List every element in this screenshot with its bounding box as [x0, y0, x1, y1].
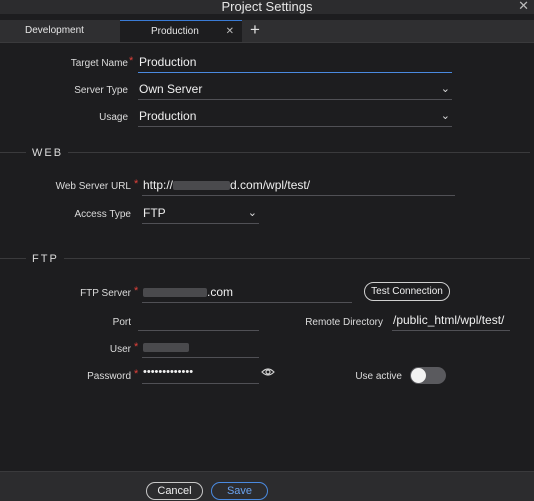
target-name-input[interactable]: Production — [138, 55, 452, 73]
divider — [68, 152, 530, 153]
required-marker: * — [134, 285, 139, 297]
usage-label: Usage — [99, 112, 128, 123]
cancel-button[interactable]: Cancel — [146, 482, 203, 500]
test-connection-button[interactable]: Test Connection — [364, 282, 450, 301]
window-title: Project Settings — [221, 0, 313, 14]
port-label: Port — [112, 317, 131, 328]
footer: Cancel Save — [0, 471, 534, 501]
target-name-label: Target Name — [70, 58, 128, 69]
use-active-toggle[interactable] — [410, 367, 446, 384]
divider — [0, 152, 26, 153]
eye-icon[interactable] — [261, 367, 275, 377]
usage-select[interactable]: Production ⌄ — [138, 109, 452, 127]
tab-development[interactable]: Development — [0, 20, 120, 42]
redacted-text — [173, 181, 231, 191]
user-label: User — [109, 344, 131, 355]
url-prefix: http:// — [143, 178, 174, 192]
access-type-label: Access Type — [74, 209, 131, 220]
server-type-value: Own Server — [139, 82, 203, 96]
web-section-heading: WEB — [32, 147, 64, 159]
divider — [64, 258, 530, 259]
ftp-server-suffix: .com — [207, 285, 234, 299]
remote-directory-label: Remote Directory — [305, 317, 383, 328]
port-input[interactable] — [138, 314, 259, 331]
web-server-url-input[interactable]: http:// d.com/wpl/test/ — [142, 178, 455, 196]
use-active-label: Use active — [355, 371, 402, 382]
redacted-text — [143, 343, 189, 353]
title-bar: Project Settings ✕ — [0, 0, 534, 14]
ftp-section-heading: FTP — [32, 253, 59, 265]
toggle-knob — [411, 368, 426, 383]
password-input[interactable]: ••••••••••••• — [142, 366, 259, 384]
tab-bar: Development Production ✕ + — [0, 20, 534, 43]
chevron-down-icon: ⌄ — [440, 110, 450, 122]
save-button[interactable]: Save — [211, 482, 268, 500]
url-suffix: d.com/wpl/test/ — [230, 178, 311, 192]
server-type-select[interactable]: Own Server ⌄ — [138, 82, 452, 100]
window-close-icon[interactable]: ✕ — [518, 0, 529, 14]
remote-directory-input[interactable]: /public_html/wpl/test/ — [392, 313, 510, 331]
redacted-text — [143, 288, 207, 298]
server-type-label: Server Type — [74, 85, 128, 96]
required-marker: * — [129, 55, 134, 67]
ftp-server-label: FTP Server — [80, 288, 131, 299]
tab-production[interactable]: Production ✕ — [120, 20, 242, 42]
required-marker: * — [134, 341, 139, 353]
user-input[interactable] — [142, 340, 259, 358]
chevron-down-icon: ⌄ — [440, 83, 450, 95]
divider — [0, 258, 26, 259]
ftp-server-input[interactable]: .com — [142, 285, 352, 303]
tab-production-label: Production — [151, 26, 199, 37]
required-marker: * — [134, 368, 139, 380]
access-type-value: FTP — [143, 206, 166, 220]
access-type-select[interactable]: FTP ⌄ — [142, 206, 259, 224]
chevron-down-icon: ⌄ — [247, 207, 257, 219]
web-server-url-label: Web Server URL — [55, 181, 131, 192]
required-marker: * — [134, 178, 139, 190]
tab-close-icon[interactable]: ✕ — [226, 21, 234, 43]
usage-value: Production — [139, 109, 197, 123]
password-label: Password — [87, 371, 131, 382]
add-tab-icon[interactable]: + — [250, 20, 260, 40]
